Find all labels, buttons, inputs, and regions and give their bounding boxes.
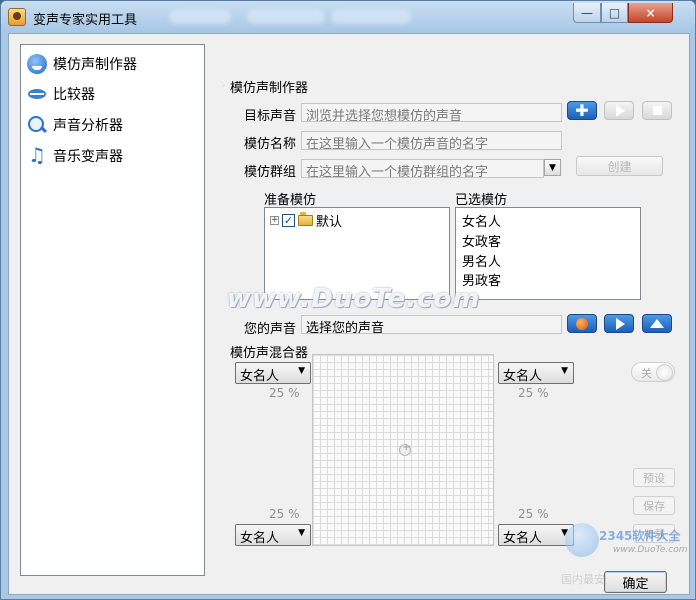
mixer-toggle[interactable]: 关 <box>631 362 675 382</box>
top-left-percent: 25 % <box>269 386 300 400</box>
bottom-right-percent: 25 % <box>518 507 549 521</box>
app-icon <box>8 8 26 26</box>
magnifier-icon <box>27 115 47 135</box>
tool-list: 模仿声制作器 比较器 声音分析器 音乐变声器 <box>20 44 205 576</box>
sidebar-item-label: 比较器 <box>53 87 95 103</box>
corner-url: www.DuoTe.com <box>613 545 688 555</box>
target-voice-label: 目标声音 <box>244 109 297 124</box>
imitator-group-title: 模仿声制作器 <box>230 81 309 96</box>
title-bar-blur <box>247 10 325 24</box>
eject-button[interactable] <box>642 314 672 333</box>
preset-button[interactable]: 预设 <box>633 468 675 487</box>
stop-target-button[interactable] <box>642 101 672 120</box>
bottom-left-percent: 25 % <box>269 507 300 521</box>
sidebar-item-comparer[interactable]: 比较器 <box>27 81 95 107</box>
imitation-name-field[interactable]: 在这里输入一个模仿声音的名字 <box>301 131 562 150</box>
music-note-icon <box>27 143 47 167</box>
sidebar-item-label: 音乐变声器 <box>53 149 123 165</box>
chevron-down-icon: ▼ <box>298 366 305 376</box>
your-voice-label: 您的声音 <box>244 322 297 337</box>
play-target-button[interactable] <box>604 101 634 120</box>
your-voice-field[interactable]: 选择您的声音 <box>301 315 562 334</box>
sidebar-item-label: 模仿声制作器 <box>53 57 137 73</box>
sidebar-item-label: 声音分析器 <box>53 118 123 134</box>
divider <box>223 85 225 86</box>
plus-icon: ✚ <box>575 100 589 120</box>
select-value: 女名人 <box>240 369 280 384</box>
mixer-top-right-select[interactable]: 女名人 ▼ <box>498 362 574 384</box>
chevron-down-icon: ▼ <box>561 366 568 376</box>
chevron-down-icon: ▼ <box>298 528 305 538</box>
mixer-bottom-left-select[interactable]: 女名人 ▼ <box>235 524 311 546</box>
mixer-group-title: 模仿声混合器 <box>230 346 309 361</box>
selected-list-title: 已选模仿 <box>455 193 508 208</box>
sidebar-item-music-changer[interactable]: 音乐变声器 <box>27 143 123 169</box>
crosshair-icon[interactable] <box>399 442 411 456</box>
prepare-list-title: 准备模仿 <box>264 193 317 208</box>
imitation-group-field[interactable]: 在这里输入一个模仿群组的名字 <box>301 159 544 178</box>
select-value: 女名人 <box>503 531 543 546</box>
folder-icon <box>298 212 313 226</box>
title-bar-blur <box>169 10 231 24</box>
maximize-button[interactable]: □ <box>601 3 628 23</box>
sidebar-item-analyzer[interactable]: 声音分析器 <box>27 112 123 138</box>
record-icon <box>576 317 588 330</box>
add-button[interactable]: ✚ <box>567 101 597 120</box>
ok-button[interactable]: 确定 <box>604 571 667 593</box>
title-bar[interactable]: 变声专家实用工具 — □ × <box>1 1 695 33</box>
play-icon <box>615 317 625 330</box>
play-icon <box>615 104 625 117</box>
eject-icon <box>650 319 664 328</box>
selected-list[interactable]: 女名人 女政客 男名人 男政客 <box>455 207 641 300</box>
mixer-grid[interactable] <box>312 354 494 546</box>
stop-icon <box>652 106 662 115</box>
create-button[interactable]: 创建 <box>576 156 663 176</box>
mask-icon <box>27 54 47 74</box>
window-title: 变声专家实用工具 <box>33 13 138 28</box>
select-value: 女名人 <box>503 369 543 384</box>
target-voice-field[interactable]: 浏览并选择您想模仿的声音 <box>301 103 562 122</box>
select-value: 女名人 <box>240 531 280 546</box>
close-button[interactable]: × <box>628 3 673 23</box>
watermark-text: www.DuoTe.com <box>227 284 481 314</box>
toggle-label: 关 <box>641 367 652 380</box>
sidebar-item-imitator[interactable]: 模仿声制作器 <box>27 51 137 77</box>
mascot-icon <box>565 523 599 557</box>
play-button[interactable] <box>604 314 634 333</box>
top-right-percent: 25 % <box>518 386 549 400</box>
tree-node-default[interactable]: + ✓ 默认 <box>270 211 342 230</box>
corner-brand: 2345软件大全 <box>599 529 681 543</box>
list-item[interactable]: 女名人 <box>462 211 501 230</box>
tree-node-label: 默认 <box>316 215 343 230</box>
expand-icon[interactable]: + <box>270 216 279 225</box>
save-button[interactable]: 保存 <box>633 496 675 515</box>
imitation-name-label: 模仿名称 <box>244 137 297 152</box>
record-button[interactable] <box>567 314 597 333</box>
lips-icon <box>27 84 47 104</box>
imitation-group-label: 模仿群组 <box>244 165 297 180</box>
mixer-top-left-select[interactable]: 女名人 ▼ <box>235 362 311 384</box>
list-item[interactable]: 女政客 <box>462 231 501 250</box>
app-window: 变声专家实用工具 — □ × 模仿声制作器 比较器 声音分析器 音乐变声器 <box>0 0 696 600</box>
list-item[interactable]: 男名人 <box>462 251 501 270</box>
toggle-knob <box>656 364 673 381</box>
chevron-down-icon[interactable]: ▼ <box>544 159 561 176</box>
tree-checkbox[interactable]: ✓ <box>282 214 295 227</box>
title-bar-blur <box>331 10 411 24</box>
minimize-button[interactable]: — <box>573 3 601 23</box>
